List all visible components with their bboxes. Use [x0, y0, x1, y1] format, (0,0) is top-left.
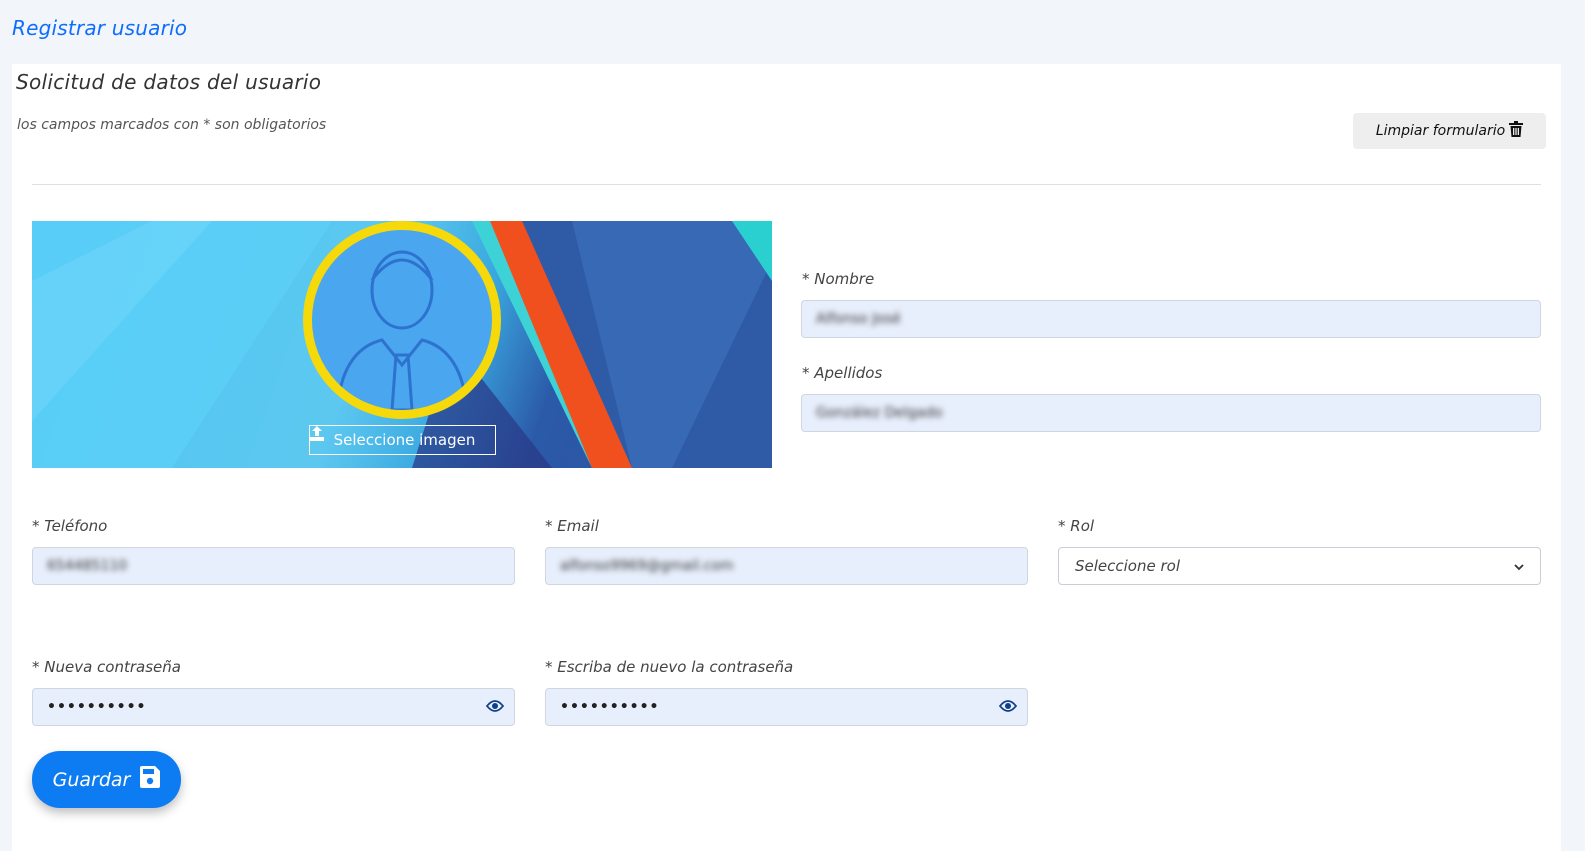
- telefono-label: * Teléfono: [32, 517, 108, 535]
- select-image-button[interactable]: Seleccione imagen: [309, 425, 496, 455]
- save-label: Guardar: [52, 768, 131, 791]
- nombre-input[interactable]: Alfonso José: [801, 300, 1541, 338]
- clear-form-button[interactable]: Limpiar formulario: [1353, 113, 1546, 149]
- eye-icon[interactable]: [998, 699, 1018, 717]
- telefono-input[interactable]: 654485110: [32, 547, 515, 585]
- user-icon: [335, 250, 469, 410]
- email-value: alfonso9969@gmail.com: [560, 558, 734, 574]
- rol-select[interactable]: Seleccione rol: [1058, 547, 1541, 585]
- chevron-down-icon: [1514, 557, 1524, 575]
- page-title: Registrar usuario: [12, 16, 188, 40]
- eye-icon[interactable]: [485, 699, 505, 717]
- clear-form-label: Limpiar formulario: [1375, 123, 1506, 139]
- avatar[interactable]: [303, 221, 501, 419]
- rol-selected-value: Seleccione rol: [1075, 557, 1180, 575]
- save-button[interactable]: Guardar: [32, 751, 181, 808]
- password-value: ••••••••••: [47, 699, 147, 715]
- apellidos-label: * Apellidos: [802, 364, 883, 382]
- trash-icon: [1509, 121, 1524, 141]
- apellidos-value: González Delgado: [816, 405, 943, 421]
- nombre-label: * Nombre: [802, 270, 875, 288]
- email-label: * Email: [545, 517, 599, 535]
- email-input[interactable]: alfonso9969@gmail.com: [545, 547, 1028, 585]
- required-note: los campos marcados con * son obligatori…: [17, 117, 327, 133]
- save-icon: [140, 766, 161, 793]
- apellidos-input[interactable]: González Delgado: [801, 394, 1541, 432]
- form-title: Solicitud de datos del usuario: [16, 70, 322, 94]
- password-repeat-label: * Escriba de nuevo la contraseña: [545, 658, 794, 676]
- telefono-value: 654485110: [47, 558, 128, 574]
- password-repeat-input[interactable]: ••••••••••: [545, 688, 1028, 726]
- password-repeat-value: ••••••••••: [560, 699, 660, 715]
- password-input[interactable]: ••••••••••: [32, 688, 515, 726]
- user-form-card: Solicitud de datos del usuario los campo…: [12, 64, 1561, 851]
- nombre-value: Alfonso José: [816, 311, 901, 327]
- password-label: * Nueva contraseña: [32, 658, 181, 676]
- select-image-label: Seleccione imagen: [333, 431, 476, 449]
- profile-banner: Seleccione imagen: [32, 221, 772, 468]
- rol-label: * Rol: [1058, 517, 1095, 535]
- divider: [32, 184, 1541, 185]
